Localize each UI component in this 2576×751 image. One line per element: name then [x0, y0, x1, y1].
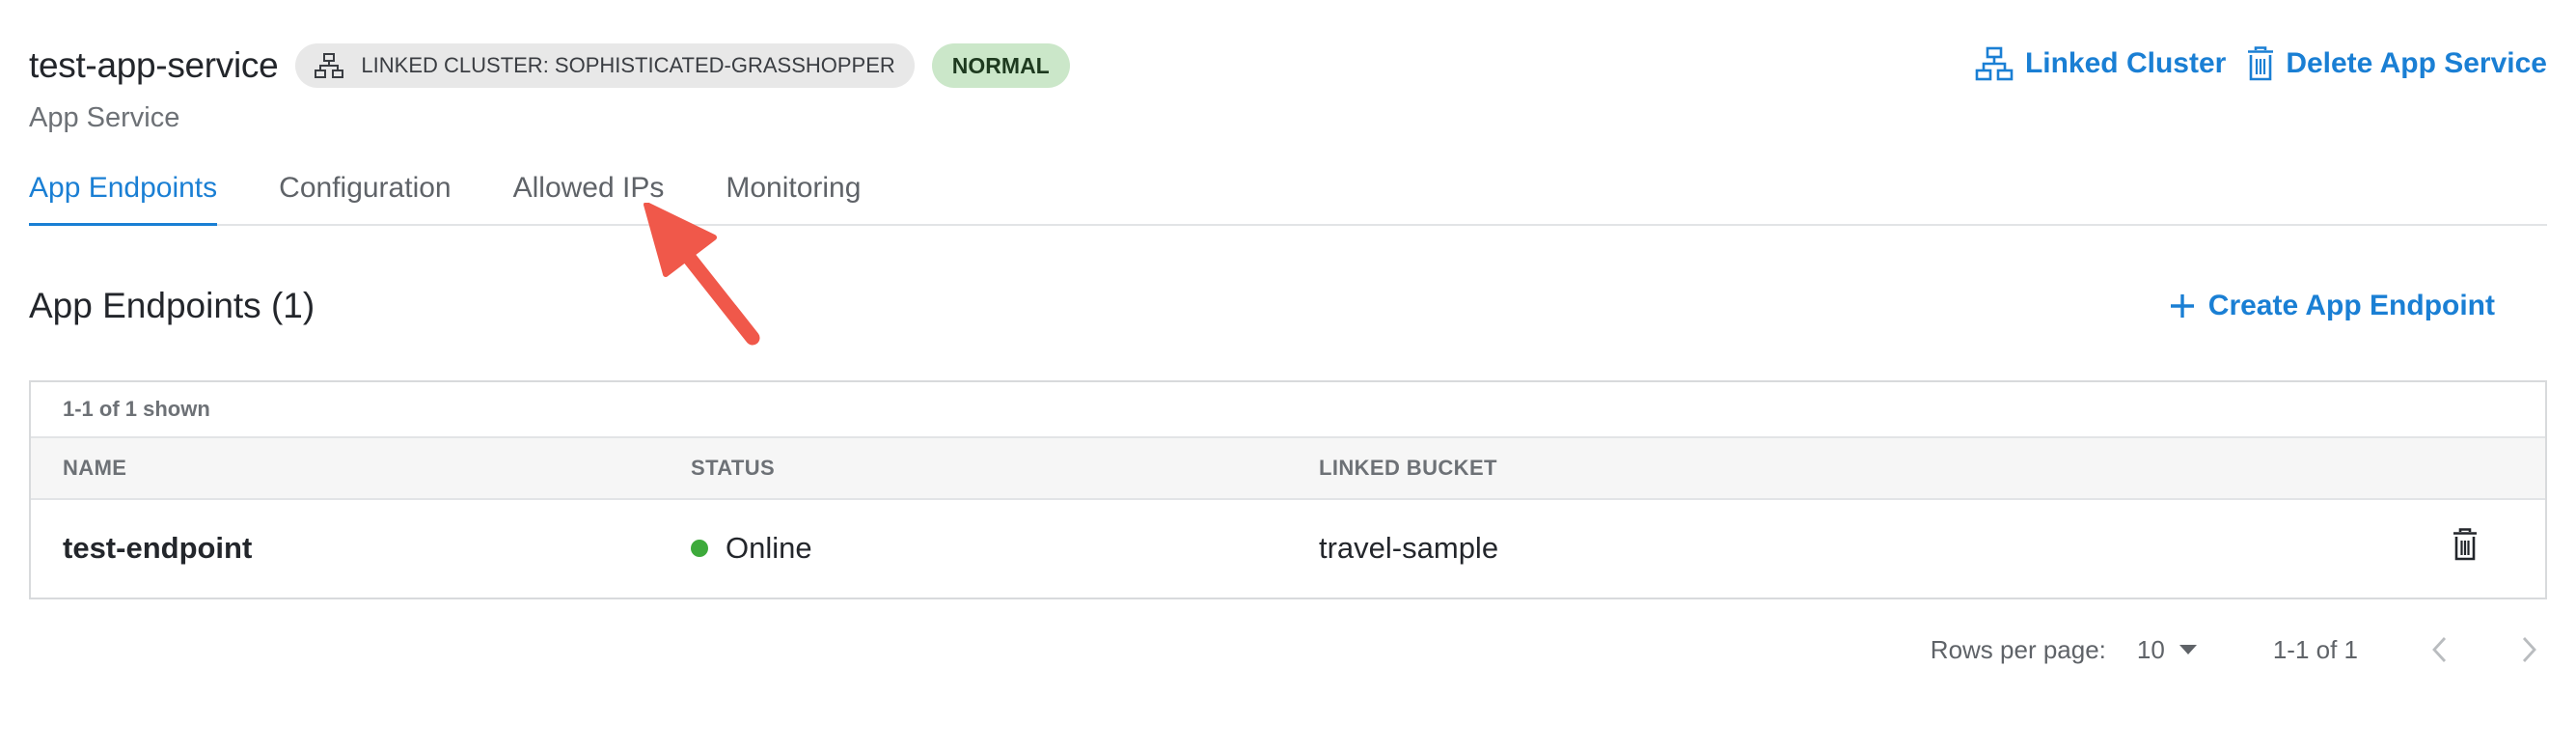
tab-monitoring[interactable]: Monitoring — [726, 162, 861, 224]
endpoint-linked-bucket: travel-sample — [1319, 530, 1499, 565]
annotation-arrow — [644, 203, 760, 346]
tab-app-endpoints[interactable]: App Endpoints — [29, 162, 218, 226]
linked-cluster-chip: LINKED CLUSTER: SOPHISTICATED-GRASSHOPPE… — [295, 43, 915, 88]
linked-cluster-button[interactable]: Linked Cluster — [1975, 46, 2226, 81]
network-icon — [1975, 46, 2014, 81]
endpoints-table: 1-1 of 1 shown NAME STATUS LINKED BUCKET… — [29, 380, 2547, 599]
trash-icon — [2453, 527, 2477, 560]
tab-allowed-ips[interactable]: Allowed IPs — [513, 162, 665, 224]
rows-per-page-value: 10 — [2136, 634, 2165, 664]
next-page-button[interactable] — [2522, 636, 2537, 663]
endpoint-status: Online — [691, 531, 812, 566]
status-badge: NORMAL — [931, 43, 1070, 88]
network-icon — [315, 53, 344, 78]
rows-per-page-label: Rows per page: — [1930, 634, 2106, 664]
table-header: NAME STATUS LINKED BUCKET — [31, 438, 2545, 500]
page-header: test-app-service LINKED CLUSTER: SOPHIST… — [29, 39, 2547, 145]
header-actions: Linked Cluster Delete App Service — [1975, 46, 2547, 81]
page-subtitle: App Service — [29, 102, 180, 133]
tab-bar: App Endpoints Configuration Allowed IPs … — [29, 162, 2547, 226]
tab-configuration[interactable]: Configuration — [279, 162, 451, 224]
create-app-endpoint-label: Create App Endpoint — [2207, 290, 2495, 321]
delete-app-service-label: Delete App Service — [2286, 47, 2547, 79]
endpoint-name[interactable]: test-endpoint — [63, 531, 252, 566]
caret-down-icon — [2179, 645, 2197, 654]
rows-per-page-select[interactable]: 10 — [2137, 635, 2198, 665]
delete-endpoint-button[interactable] — [2453, 527, 2478, 569]
table-row[interactable]: test-endpoint Online travel-sample — [31, 500, 2545, 596]
page-title: test-app-service — [29, 45, 279, 85]
column-header-status[interactable]: STATUS — [691, 456, 775, 481]
previous-page-button[interactable] — [2431, 636, 2447, 663]
trash-icon — [2248, 46, 2274, 81]
section-title: App Endpoints (1) — [29, 286, 315, 325]
table-count: 1-1 of 1 shown — [31, 382, 2545, 438]
pagination-range: 1-1 of 1 — [2272, 634, 2358, 664]
linked-cluster-chip-label: LINKED CLUSTER: SOPHISTICATED-GRASSHOPPE… — [361, 53, 895, 77]
plus-icon — [2170, 294, 2194, 318]
column-header-linked-bucket[interactable]: LINKED BUCKET — [1319, 456, 1497, 481]
column-header-name[interactable]: NAME — [63, 456, 126, 481]
status-dot — [691, 539, 708, 557]
endpoint-status-label: Online — [726, 530, 812, 565]
pagination: Rows per page: 10 1-1 of 1 — [1931, 629, 2537, 670]
chevron-right-icon — [2522, 637, 2536, 662]
linked-cluster-button-label: Linked Cluster — [2024, 47, 2227, 79]
create-app-endpoint-button[interactable]: Create App Endpoint — [2170, 290, 2495, 322]
delete-app-service-button[interactable]: Delete App Service — [2247, 46, 2547, 81]
chevron-left-icon — [2432, 637, 2447, 662]
